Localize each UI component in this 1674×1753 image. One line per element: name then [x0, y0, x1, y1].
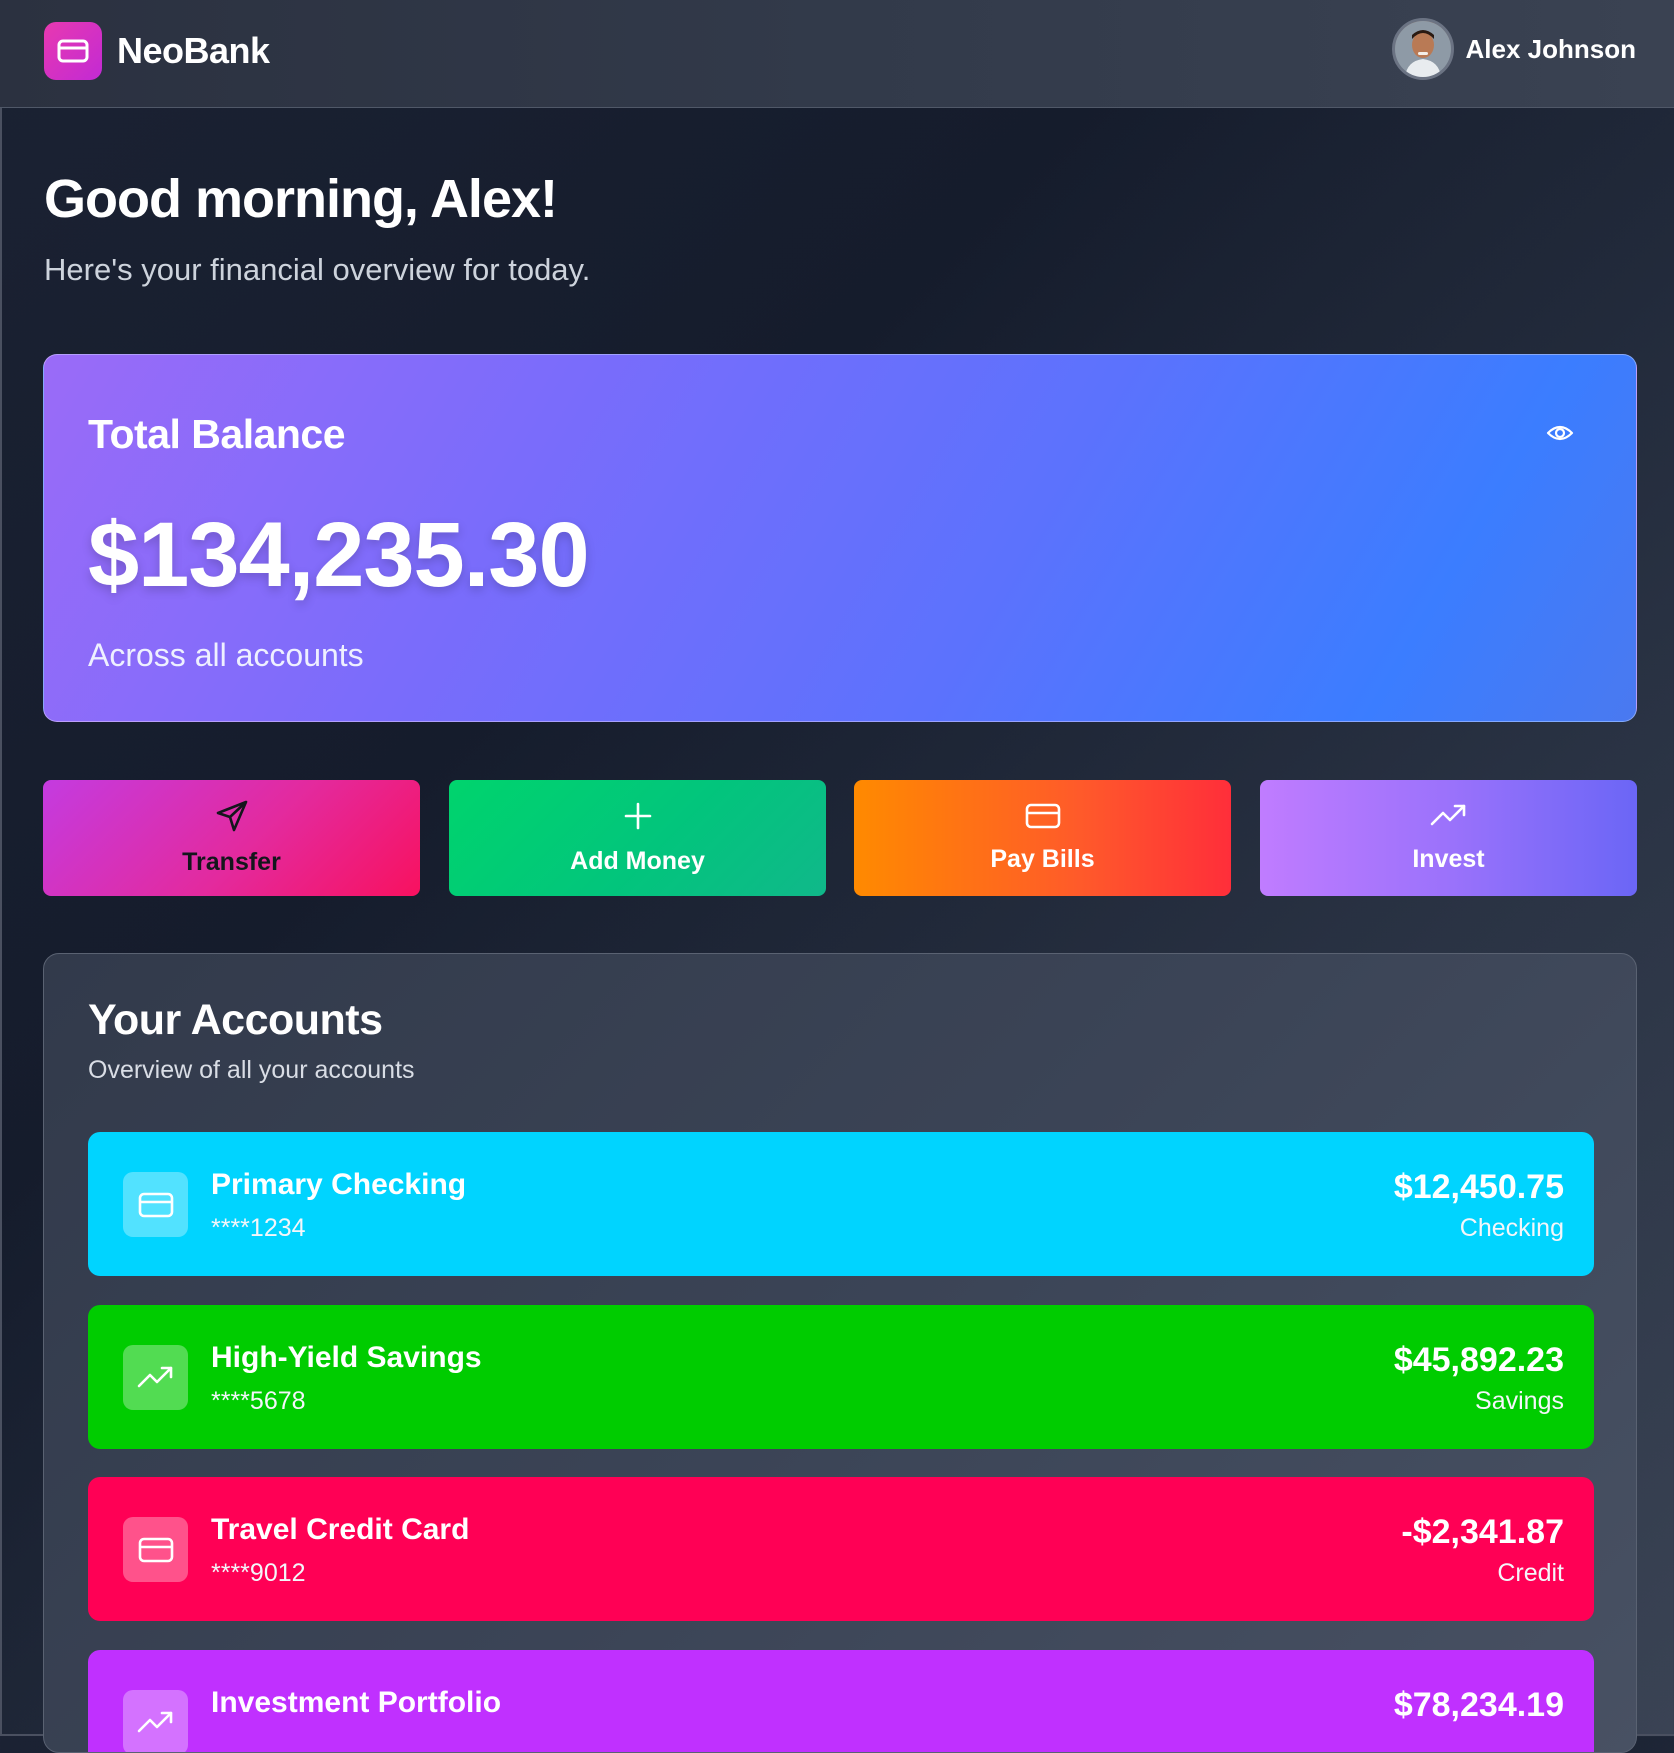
balance-amount: $134,235.30	[88, 504, 590, 606]
user-menu[interactable]: Alex Johnson	[1391, 18, 1636, 80]
balance-caption: Across all accounts	[88, 637, 364, 673]
accounts-subtitle: Overview of all your accounts	[88, 1056, 415, 1084]
account-number: ****1234	[211, 1214, 306, 1242]
trending-up-icon	[123, 1345, 188, 1410]
total-balance-card: Total Balance $134,235.30 Across all acc…	[43, 354, 1637, 722]
trending-up-icon	[1430, 802, 1468, 835]
balance-title: Total Balance	[88, 411, 346, 457]
page-subtitle: Here's your financial overview for today…	[44, 252, 591, 287]
account-type: Checking	[1459, 1214, 1564, 1242]
account-name: Travel Credit Card	[211, 1513, 470, 1546]
account-balance: $12,450.75	[1393, 1168, 1564, 1206]
account-type: Savings	[1475, 1387, 1564, 1415]
send-icon	[215, 799, 249, 838]
top-bar: NeoBank Alex Johnson	[0, 0, 1674, 108]
accounts-panel: Your Accounts Overview of all your accou…	[43, 953, 1637, 1753]
accounts-title: Your Accounts	[88, 996, 383, 1044]
transfer-label: Transfer	[182, 848, 281, 876]
credit-card-icon	[123, 1517, 188, 1582]
invest-label: Invest	[1412, 845, 1485, 873]
user-name: Alex Johnson	[1465, 33, 1636, 64]
account-type: Credit	[1497, 1559, 1564, 1587]
invest-button[interactable]: Invest	[1260, 780, 1637, 896]
account-number: ****5678	[211, 1387, 306, 1415]
account-name: High-Yield Savings	[211, 1341, 482, 1374]
page-title: Good morning, Alex!	[44, 169, 558, 229]
quick-actions: Transfer Add Money Pay Bills Invest	[43, 780, 1637, 896]
account-card-investment-portfolio[interactable]: Investment Portfolio $78,234.19	[88, 1650, 1594, 1752]
account-name: Primary Checking	[211, 1168, 467, 1201]
avatar[interactable]	[1391, 18, 1454, 80]
credit-card-icon	[123, 1172, 188, 1237]
brand-name: NeoBank	[117, 30, 270, 71]
add-money-button[interactable]: Add Money	[449, 780, 826, 896]
brand[interactable]: NeoBank	[44, 22, 270, 80]
account-card-travel-credit-card[interactable]: Travel Credit Card ****9012 -$2,341.87 C…	[88, 1477, 1594, 1621]
add-money-label: Add Money	[570, 847, 705, 875]
plus-icon	[622, 800, 654, 837]
pay-bills-button[interactable]: Pay Bills	[854, 780, 1231, 896]
credit-card-icon	[44, 22, 102, 80]
account-name: Investment Portfolio	[211, 1686, 502, 1719]
account-balance: -$2,341.87	[1401, 1513, 1564, 1551]
trending-up-icon	[123, 1690, 188, 1752]
transfer-button[interactable]: Transfer	[43, 780, 420, 896]
account-card-primary-checking[interactable]: Primary Checking ****1234 $12,450.75 Che…	[88, 1132, 1594, 1276]
credit-card-icon	[1025, 802, 1061, 835]
account-balance: $78,234.19	[1393, 1686, 1564, 1724]
account-card-high-yield-savings[interactable]: High-Yield Savings ****5678 $45,892.23 S…	[88, 1305, 1594, 1449]
account-number: ****9012	[211, 1559, 306, 1587]
eye-icon[interactable]	[1544, 417, 1576, 449]
account-balance: $45,892.23	[1393, 1341, 1564, 1379]
pay-bills-label: Pay Bills	[990, 845, 1095, 873]
